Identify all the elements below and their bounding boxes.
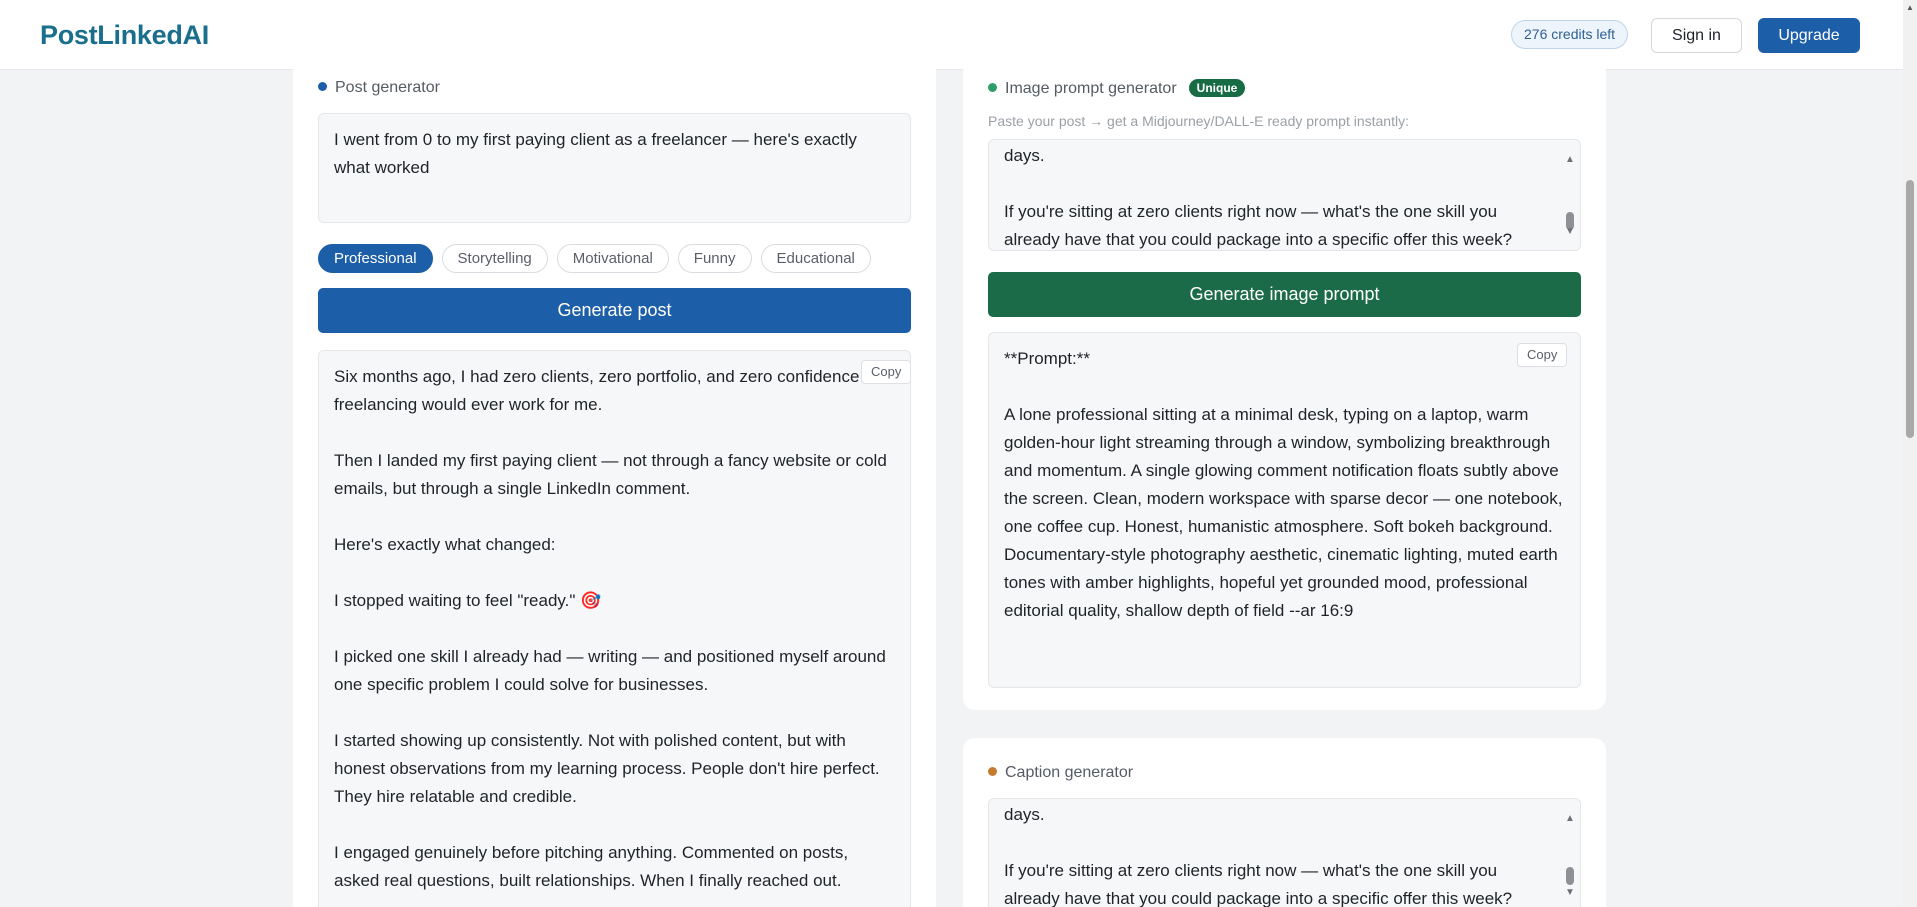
image-prompt-output-text: **Prompt:** A lone professional sitting … [1004,349,1563,620]
post-topic-input[interactable]: I went from 0 to my first paying client … [318,113,911,223]
caption-input-value: days. If you're sitting at zero clients … [1004,805,1513,907]
image-prompt-output[interactable]: **Prompt:** A lone professional sitting … [988,332,1581,688]
top-navbar: PostLinkedAI 276 credits left Sign in Up… [0,0,1903,70]
image-prompt-label: Image prompt generator [1005,80,1177,97]
post-topic-input-value: I went from 0 to my first paying client … [334,130,857,177]
caption-input[interactable]: days. If you're sitting at zero clients … [988,798,1581,907]
sign-in-button[interactable]: Sign in [1651,18,1742,53]
tone-motivational[interactable]: Motivational [556,244,669,273]
scroll-up-icon[interactable]: ▲ [1565,805,1575,833]
copy-post-button[interactable]: Copy [861,360,912,384]
credits-badge: 276 credits left [1511,20,1629,49]
generate-post-button[interactable]: Generate post [318,288,911,333]
status-dot-icon [318,82,327,91]
post-output[interactable]: Six months ago, I had zero clients, zero… [318,350,911,907]
scroll-down-icon[interactable]: ▼ [1565,218,1575,246]
tone-educational[interactable]: Educational [760,244,871,273]
tone-funny[interactable]: Funny [677,244,752,273]
image-prompt-input[interactable]: days. If you're sitting at zero clients … [988,139,1581,251]
status-dot-icon [988,83,997,92]
caption-generator-label: Caption generator [1005,764,1134,781]
scroll-up-icon[interactable]: ▲ [1906,3,1914,12]
scroll-down-icon[interactable]: ▼ [1565,879,1575,907]
page-scroll-thumb[interactable] [1906,180,1914,438]
brand-logo[interactable]: PostLinkedAI [40,20,209,51]
status-dot-icon [988,767,997,776]
post-generator-title: Post generator [318,79,440,97]
tone-selector: Professional Storytelling Motivational F… [318,244,871,273]
copy-image-prompt-button[interactable]: Copy [1517,343,1568,367]
image-prompt-input-value: days. If you're sitting at zero clients … [1004,146,1513,249]
unique-badge: Unique [1188,79,1246,97]
caption-generator-title: Caption generator [988,764,1133,782]
post-output-text: Six months ago, I had zero clients, zero… [334,367,893,890]
tone-storytelling[interactable]: Storytelling [441,244,548,273]
post-generator-label: Post generator [335,79,440,96]
upgrade-button[interactable]: Upgrade [1758,18,1860,53]
textarea-scrollbar[interactable]: ▲ ▼ [1563,803,1577,907]
image-prompt-title: Image prompt generator Unique [988,79,1246,98]
image-prompt-hint: Paste your post → get a Midjourney/DALL-… [988,113,1409,129]
page-scrollbar[interactable]: ▲ [1903,0,1917,907]
tone-professional[interactable]: Professional [318,244,433,273]
textarea-scrollbar[interactable]: ▲ ▼ [1563,144,1577,246]
generate-image-prompt-button[interactable]: Generate image prompt [988,272,1581,317]
scroll-up-icon[interactable]: ▲ [1565,146,1575,174]
